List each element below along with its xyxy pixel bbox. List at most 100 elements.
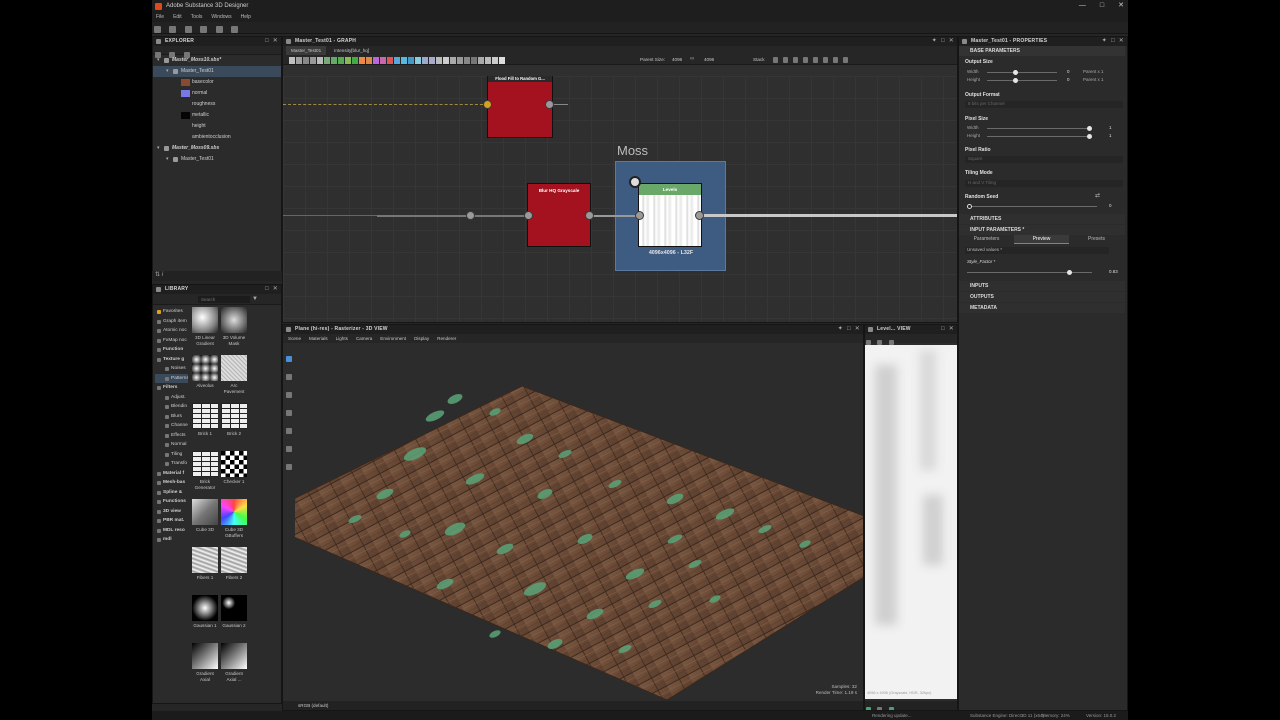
- node-type-icon[interactable]: [373, 57, 379, 64]
- library-item[interactable]: Brick 1: [191, 403, 219, 437]
- expand-arrow-icon[interactable]: ▾: [166, 66, 169, 77]
- library-item[interactable]: Brick 2: [220, 403, 248, 437]
- node-type-icon[interactable]: [366, 57, 372, 64]
- new-package-icon[interactable]: [154, 26, 161, 33]
- library-category[interactable]: Material f: [155, 469, 188, 479]
- close-panel-icon[interactable]: ✕: [1119, 37, 1124, 46]
- node-type-icon[interactable]: [457, 57, 463, 64]
- menu-file[interactable]: File: [156, 12, 164, 22]
- library-item[interactable]: Fibers 2: [220, 547, 248, 581]
- node-type-icon[interactable]: [499, 57, 505, 64]
- output-format-select[interactable]: 8 bits per Channel: [965, 101, 1123, 108]
- metadata-section[interactable]: METADATA: [959, 303, 1125, 313]
- menu-renderer[interactable]: Renderer: [437, 334, 456, 343]
- library-item[interactable]: Fibers 1: [191, 547, 219, 581]
- library-category[interactable]: FxMap noc: [155, 336, 188, 346]
- pin-icon[interactable]: ✦: [838, 325, 843, 334]
- library-category[interactable]: Blendin: [155, 402, 188, 412]
- outputs-section[interactable]: OUTPUTS: [959, 292, 1125, 302]
- inputs-section[interactable]: INPUTS: [959, 281, 1125, 291]
- minimize-icon[interactable]: —: [1079, 0, 1086, 12]
- library-category[interactable]: Noises: [155, 364, 188, 374]
- width-mode[interactable]: Parent x 1: [1083, 69, 1104, 74]
- env-tool-icon[interactable]: [286, 428, 292, 434]
- library-item[interactable]: Cube 3D: [191, 499, 219, 533]
- stack-label[interactable]: Stack: [753, 57, 765, 62]
- library-item[interactable]: Gaussian 1: [191, 595, 219, 629]
- library-category[interactable]: Functions: [155, 497, 188, 507]
- node-type-icon[interactable]: [478, 57, 484, 64]
- link-icon[interactable]: ∞: [690, 56, 694, 62]
- parent-size-select[interactable]: 4096: [672, 57, 682, 62]
- port-blur-in[interactable]: [524, 211, 533, 220]
- node-type-icon[interactable]: [401, 57, 407, 64]
- maximize-icon[interactable]: □: [1100, 0, 1104, 12]
- node-type-icon[interactable]: [345, 57, 351, 64]
- float-icon[interactable]: □: [847, 325, 851, 334]
- random-seed-slider[interactable]: [967, 204, 1097, 209]
- camera-tool-icon[interactable]: [286, 356, 292, 362]
- pin-icon[interactable]: ✦: [1102, 37, 1107, 46]
- node-type-icon[interactable]: [387, 57, 393, 64]
- port-levels-in[interactable]: [635, 211, 644, 220]
- library-category[interactable]: MDL reso: [155, 526, 188, 536]
- tab-presets[interactable]: Presets: [1069, 235, 1124, 244]
- node-type-icon[interactable]: [352, 57, 358, 64]
- node-type-icon[interactable]: [331, 57, 337, 64]
- node-type-icon[interactable]: [492, 57, 498, 64]
- close-panel-icon[interactable]: ✕: [273, 285, 278, 294]
- port-blur-out[interactable]: [585, 211, 594, 220]
- port-levels-out[interactable]: [695, 211, 704, 220]
- parent-size-select-2[interactable]: 4096: [704, 57, 714, 62]
- library-category[interactable]: Favorites: [155, 307, 188, 317]
- library-item[interactable]: Gradient Axial ...: [220, 643, 248, 682]
- px-width-slider[interactable]: [987, 126, 1092, 131]
- menu-edit[interactable]: Edit: [173, 12, 182, 22]
- close-panel-icon[interactable]: ✕: [949, 37, 954, 46]
- node-type-icon[interactable]: [303, 57, 309, 64]
- tab-master-test01[interactable]: Master_Test01: [286, 46, 327, 55]
- menu-camera[interactable]: Camera: [356, 334, 372, 343]
- library-item[interactable]: Alveolus: [191, 355, 219, 389]
- node-type-icon[interactable]: [394, 57, 400, 64]
- library-item[interactable]: Checker 1: [220, 451, 248, 485]
- input-parameters-section[interactable]: INPUT PARAMETERS *: [959, 225, 1125, 235]
- library-category[interactable]: Channe: [155, 421, 188, 431]
- port-reroute[interactable]: [466, 211, 475, 220]
- align-middle-icon[interactable]: [813, 57, 818, 63]
- attributes-section[interactable]: ATTRIBUTES: [959, 214, 1125, 224]
- explorer-item[interactable]: ▾ Master_Test01: [153, 154, 281, 165]
- menu-materials[interactable]: Materials: [309, 334, 328, 343]
- node-type-icon[interactable]: [408, 57, 414, 64]
- library-category[interactable]: Patterns: [155, 373, 188, 383]
- port-flood-out[interactable]: [545, 100, 554, 109]
- node-type-icon[interactable]: [317, 57, 323, 64]
- shuffle-icon[interactable]: ⇄: [1095, 192, 1100, 199]
- library-category[interactable]: Normal: [155, 440, 188, 450]
- library-item[interactable]: Gradient Axial: [191, 643, 219, 682]
- float-icon[interactable]: □: [941, 37, 945, 46]
- node-type-icon[interactable]: [359, 57, 365, 64]
- node-type-icon[interactable]: [415, 57, 421, 64]
- float-icon[interactable]: □: [265, 285, 269, 294]
- px-height-slider[interactable]: [987, 134, 1092, 139]
- menu-lights[interactable]: Lights: [336, 334, 348, 343]
- graph-canvas[interactable]: Flood Fill to Random G... Moss Blur HQ G…: [283, 76, 957, 322]
- node-blur-hq[interactable]: Blur HQ Grayscale: [527, 183, 591, 247]
- align-center-icon[interactable]: [783, 57, 788, 63]
- menu-windows[interactable]: Windows: [211, 12, 231, 22]
- explorer-item[interactable]: ambientocclusion: [153, 132, 281, 143]
- close-panel-icon[interactable]: ✕: [273, 37, 278, 46]
- distribute-h-icon[interactable]: [833, 57, 838, 63]
- float-icon[interactable]: □: [941, 325, 945, 334]
- library-item[interactable]: Brick Generator: [191, 451, 219, 490]
- distribute-v-icon[interactable]: [843, 57, 848, 63]
- node-levels[interactable]: Levels: [638, 183, 702, 247]
- node-type-icon[interactable]: [338, 57, 344, 64]
- node-type-icon[interactable]: [485, 57, 491, 64]
- library-category[interactable]: Spline &: [155, 488, 188, 498]
- align-right-icon[interactable]: [793, 57, 798, 63]
- node-type-icon[interactable]: [436, 57, 442, 64]
- 2d-preview-image[interactable]: [865, 345, 957, 699]
- style-factor-slider[interactable]: [967, 270, 1092, 275]
